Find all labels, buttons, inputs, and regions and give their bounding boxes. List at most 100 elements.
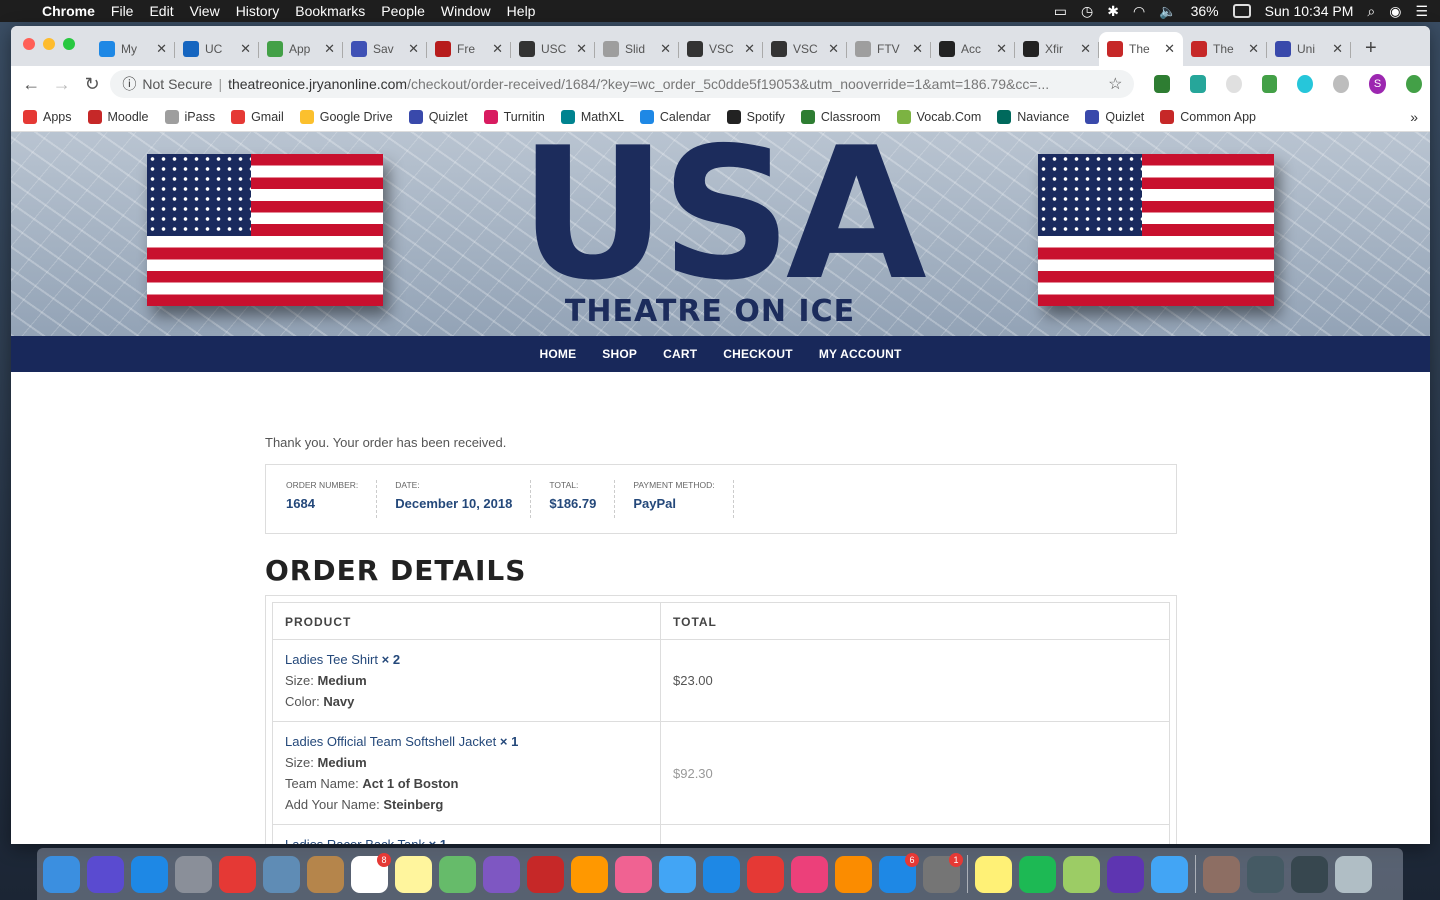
bookmark-item[interactable]: Google Drive (299, 109, 393, 124)
product-link[interactable]: Ladies Official Team Softshell Jacket (285, 734, 496, 749)
menu-help[interactable]: Help (499, 3, 544, 19)
tab-close-icon[interactable]: ✕ (240, 41, 251, 57)
browser-tab[interactable]: FTV ✕ (847, 32, 931, 66)
imovie-icon[interactable] (483, 855, 520, 893)
browser-tab[interactable]: My ✕ (91, 32, 175, 66)
menu-window[interactable]: Window (433, 3, 499, 19)
bookmark-item[interactable]: Quizlet (1085, 109, 1144, 124)
zoom-window-button[interactable] (63, 38, 75, 50)
tab-close-icon[interactable]: ✕ (1164, 41, 1175, 57)
bookmark-item[interactable]: Common App (1160, 109, 1256, 124)
window-3-icon[interactable] (1291, 855, 1328, 893)
keynote-chart-icon[interactable] (659, 855, 696, 893)
tab-close-icon[interactable]: ✕ (576, 41, 587, 57)
spotlight-search-icon[interactable]: ⌕ (1367, 3, 1375, 20)
more-bookmarks-chevron-icon[interactable]: » (1410, 109, 1418, 125)
keynote-icon[interactable] (703, 855, 740, 893)
time-machine-icon[interactable]: ◷ (1081, 3, 1093, 20)
menu-view[interactable]: View (182, 3, 228, 19)
nav-home[interactable]: HOME (539, 347, 576, 361)
menu-edit[interactable]: Edit (141, 3, 181, 19)
wifi-icon[interactable]: ◠ (1133, 3, 1145, 20)
tab-close-icon[interactable]: ✕ (660, 41, 671, 57)
browser-tab[interactable]: Sav ✕ (343, 32, 427, 66)
browser-tab[interactable]: Acc ✕ (931, 32, 1015, 66)
trash-icon[interactable] (1335, 855, 1372, 893)
browser-tab[interactable]: The ✕ (1099, 32, 1183, 66)
volume-icon[interactable]: 🔈 (1159, 3, 1176, 20)
bookmark-item[interactable]: Spotify (726, 109, 785, 124)
maps-icon[interactable] (439, 855, 476, 893)
clock[interactable]: Sun 10:34 PM (1265, 3, 1354, 19)
close-window-button[interactable] (23, 38, 35, 50)
bookmark-item[interactable]: Quizlet (408, 109, 468, 124)
photo-booth-icon[interactable] (527, 855, 564, 893)
contacts-icon[interactable] (307, 855, 344, 893)
itunes-icon[interactable] (791, 855, 828, 893)
tab-close-icon[interactable]: ✕ (912, 41, 923, 57)
bookmark-item[interactable]: Classroom (800, 109, 881, 124)
bookmark-item[interactable]: Gmail (231, 109, 284, 124)
reload-icon[interactable]: ↻ (80, 74, 104, 95)
notification-center-icon[interactable]: ☰ (1415, 3, 1428, 20)
window-2-icon[interactable] (1247, 855, 1284, 893)
tab-close-icon[interactable]: ✕ (156, 41, 167, 57)
browser-tab[interactable]: VSC ✕ (679, 32, 763, 66)
bookmark-item[interactable]: Vocab.Com (896, 109, 981, 124)
airplay-icon[interactable]: ▭ (1054, 3, 1067, 20)
browser-tab[interactable]: Slid ✕ (595, 32, 679, 66)
back-arrow-icon[interactable]: ← (19, 74, 43, 95)
system-preferences-icon[interactable]: 1 (923, 852, 963, 893)
calendar-icon[interactable]: 8 (351, 852, 391, 893)
tab-close-icon[interactable]: ✕ (744, 41, 755, 57)
menu-bookmarks[interactable]: Bookmarks (287, 3, 373, 19)
product-link[interactable]: Ladies Racer Back Tank (285, 837, 425, 844)
siri-icon[interactable]: ◉ (1389, 3, 1401, 20)
bluetooth-icon[interactable]: ✱ (1107, 3, 1119, 20)
siri-icon[interactable] (87, 855, 124, 893)
tab-close-icon[interactable]: ✕ (1080, 41, 1091, 57)
final-cut-icon[interactable] (1107, 855, 1144, 893)
bookmark-item[interactable]: Apps (23, 109, 72, 124)
menu-app-name[interactable]: Chrome (34, 3, 103, 19)
news-icon[interactable] (747, 855, 784, 893)
grammar-extension-icon[interactable] (1297, 75, 1314, 93)
notes-icon[interactable] (395, 855, 432, 893)
safari-icon[interactable] (131, 855, 168, 893)
browser-tab[interactable]: Xfir ✕ (1015, 32, 1099, 66)
tab-close-icon[interactable]: ✕ (324, 41, 335, 57)
bookmark-item[interactable]: Turnitin (483, 109, 545, 124)
browser-tab[interactable]: Uni ✕ (1267, 32, 1351, 66)
messages-icon[interactable] (1151, 855, 1188, 893)
tab-close-icon[interactable]: ✕ (1332, 41, 1343, 57)
bookmark-item[interactable]: Moodle (87, 109, 149, 124)
nav-cart[interactable]: CART (663, 347, 697, 361)
product-link[interactable]: Ladies Tee Shirt (285, 652, 378, 667)
tab-close-icon[interactable]: ✕ (1248, 41, 1259, 57)
browser-tab[interactable]: Fre ✕ (427, 32, 511, 66)
profile-avatar[interactable]: S (1368, 74, 1387, 94)
menu-people[interactable]: People (373, 3, 433, 19)
preview-icon[interactable] (263, 855, 300, 893)
tab-close-icon[interactable]: ✕ (408, 41, 419, 57)
pages-icon[interactable] (571, 855, 608, 893)
bookmark-item[interactable]: iPass (164, 109, 215, 124)
browser-tab[interactable]: App ✕ (259, 32, 343, 66)
app-store-icon[interactable]: 6 (879, 852, 919, 893)
menu-history[interactable]: History (228, 3, 288, 19)
browser-tab[interactable]: VSC ✕ (763, 32, 847, 66)
bookmark-item[interactable]: Naviance (997, 109, 1069, 124)
help-extension-icon[interactable] (1225, 75, 1242, 93)
books-icon[interactable] (835, 855, 872, 893)
classroom-extension-icon[interactable] (1154, 75, 1171, 93)
browser-tab[interactable]: The ✕ (1183, 32, 1267, 66)
bookmark-item[interactable]: Calendar (639, 109, 711, 124)
cast-extension-icon[interactable] (1261, 75, 1278, 93)
window-1-icon[interactable] (1203, 855, 1240, 893)
minimize-window-button[interactable] (43, 38, 55, 50)
bookmark-item[interactable]: MathXL (560, 109, 624, 124)
spotify-icon[interactable] (1019, 855, 1056, 893)
finder-icon[interactable] (43, 855, 80, 893)
tab-close-icon[interactable]: ✕ (492, 41, 503, 57)
launchpad-icon[interactable] (175, 855, 212, 893)
